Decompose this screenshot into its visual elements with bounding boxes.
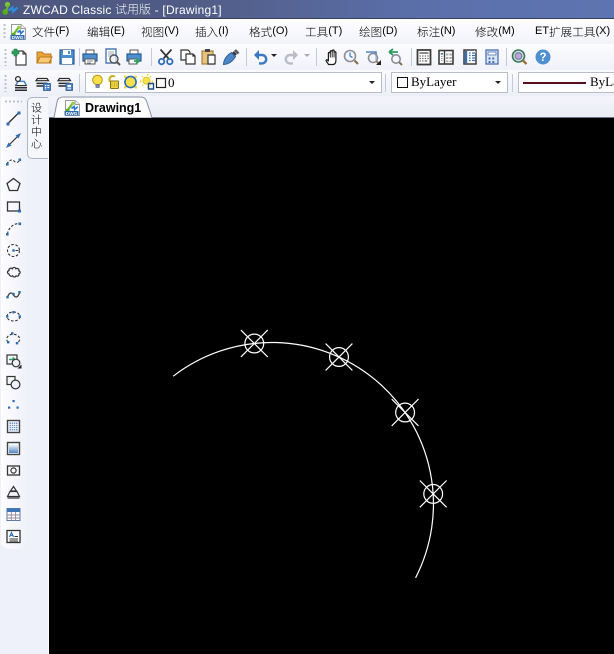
svg-text:DWG: DWG [12,35,24,40]
svg-text:DWG: DWG [66,111,78,116]
svg-text:?: ? [539,52,546,64]
